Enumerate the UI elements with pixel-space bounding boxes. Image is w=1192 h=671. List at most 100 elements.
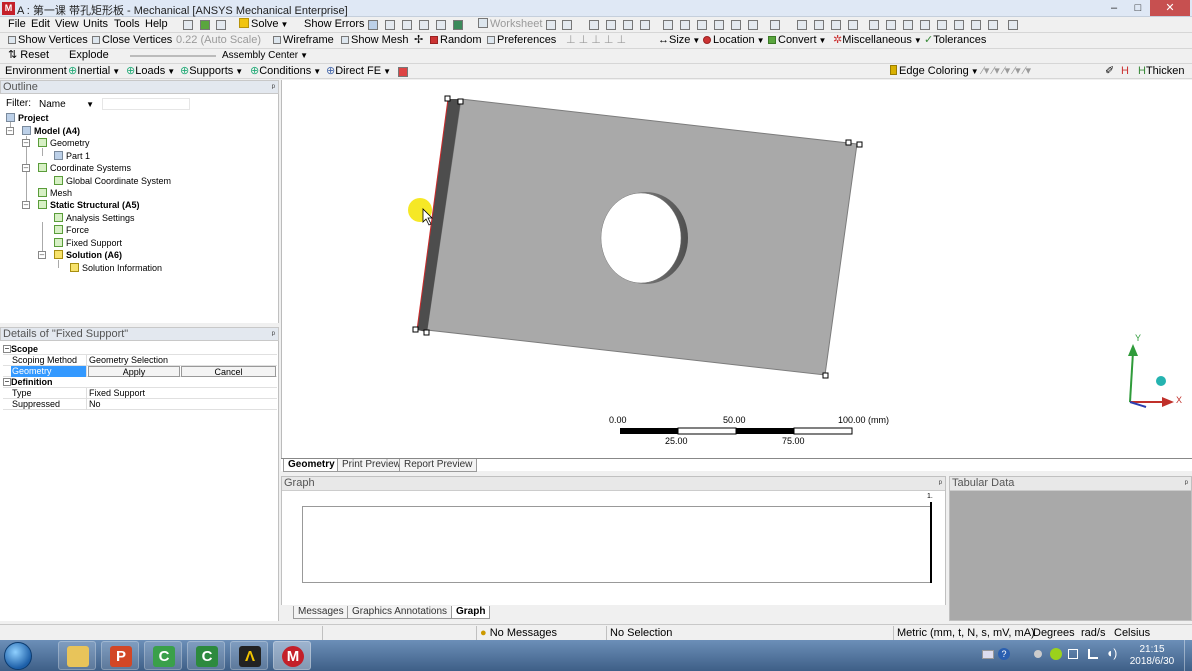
zoom-fit-icon[interactable] bbox=[869, 20, 879, 30]
tree-item-project[interactable]: Project bbox=[6, 112, 49, 124]
collapse-icon[interactable]: – bbox=[38, 251, 46, 259]
details-icon[interactable] bbox=[368, 20, 378, 30]
tree-item-part1[interactable]: Part 1 bbox=[54, 150, 90, 162]
show-errors-button[interactable]: Show Errors bbox=[296, 17, 365, 32]
graph-time-marker[interactable] bbox=[930, 502, 932, 583]
definition-section[interactable]: – Definition bbox=[3, 377, 277, 388]
hole[interactable] bbox=[600, 192, 682, 284]
angle-unit[interactable]: Degrees bbox=[1033, 626, 1075, 640]
extend-icon[interactable] bbox=[680, 20, 690, 30]
vertex-handle[interactable] bbox=[845, 139, 852, 146]
collapse-icon[interactable]: – bbox=[3, 345, 11, 353]
temperature-unit[interactable]: Celsius bbox=[1114, 626, 1150, 640]
scoping-method-row[interactable]: Scoping Method Geometry Selection bbox=[3, 355, 277, 366]
cancel-button[interactable]: Cancel bbox=[181, 366, 276, 377]
convert-button[interactable]: Convert ▼ bbox=[768, 33, 826, 48]
collapse-icon[interactable]: – bbox=[22, 139, 30, 147]
help-tray-icon[interactable]: ? bbox=[998, 648, 1010, 660]
minimize-button[interactable]: – bbox=[1102, 0, 1126, 16]
close-vertices-button[interactable]: Close Vertices bbox=[92, 33, 172, 48]
thicken-annotation-icon[interactable]: ✐ bbox=[1105, 64, 1114, 79]
menu-edit[interactable]: Edit bbox=[31, 17, 50, 32]
isometric-icon[interactable] bbox=[954, 20, 964, 30]
graph-icon[interactable] bbox=[385, 20, 395, 30]
edge-coloring-button[interactable]: Edge Coloring ▼ bbox=[890, 64, 979, 79]
worksheet-button[interactable]: Worksheet bbox=[478, 17, 542, 32]
vertex-handle[interactable] bbox=[856, 141, 863, 148]
tray-app-icon[interactable] bbox=[1050, 648, 1062, 660]
conditions-button[interactable]: ⊕Conditions ▼ bbox=[250, 64, 321, 79]
random-button[interactable]: Random bbox=[430, 33, 482, 48]
supports-button[interactable]: ⊕Supports ▼ bbox=[180, 64, 243, 79]
wireframe-button[interactable]: Wireframe bbox=[273, 33, 334, 48]
thicken-button[interactable]: HThicken bbox=[1138, 64, 1184, 79]
tab-report-preview[interactable]: Report Preview bbox=[399, 459, 478, 472]
select-all-icon[interactable] bbox=[731, 20, 741, 30]
new-section-icon[interactable] bbox=[183, 20, 193, 30]
scale-dropdown[interactable]: 0.22 (Auto Scale)▼ bbox=[176, 33, 281, 48]
tree-item-coordinate-systems[interactable]: Coordinate Systems bbox=[38, 162, 131, 174]
collapse-icon[interactable]: – bbox=[22, 164, 30, 172]
magnifier-icon[interactable] bbox=[903, 20, 913, 30]
scoping-method-value[interactable]: Geometry Selection bbox=[87, 355, 168, 366]
clock[interactable]: 21:15 2018/6/30 bbox=[1126, 644, 1178, 668]
select-edge-icon[interactable] bbox=[623, 20, 633, 30]
messages-status[interactable]: ● No Messages bbox=[480, 626, 557, 640]
preferences-button[interactable]: Preferences bbox=[487, 33, 556, 48]
collapse-icon[interactable]: – bbox=[3, 378, 11, 386]
taskbar-camtasia[interactable]: C bbox=[144, 641, 182, 670]
maximize-button[interactable]: □ bbox=[1126, 0, 1150, 16]
unit-system[interactable]: Metric (mm, t, N, s, mV, mA) bbox=[897, 626, 1035, 640]
start-button[interactable] bbox=[4, 642, 32, 670]
tree-item-solution-information[interactable]: Solution Information bbox=[70, 262, 162, 274]
inertial-button[interactable]: ⊕Inertial ▼ bbox=[68, 64, 120, 79]
network-icon[interactable] bbox=[1068, 649, 1078, 659]
taskbar-ansys-workbench[interactable]: Λ bbox=[230, 641, 268, 670]
signal-icon[interactable] bbox=[1088, 649, 1098, 659]
close-button[interactable]: ✕ bbox=[1150, 0, 1190, 16]
tray-icon[interactable] bbox=[1034, 650, 1042, 658]
vertex-handle[interactable] bbox=[444, 95, 451, 102]
restore-view-icon[interactable] bbox=[988, 20, 998, 30]
menu-help[interactable]: Help bbox=[145, 17, 168, 32]
graphics-viewport[interactable]: 0.00 50.00 100.00 (mm) 25.00 75.00 Y X bbox=[281, 80, 1192, 458]
previous-view-icon[interactable] bbox=[920, 20, 930, 30]
vertex-handle[interactable] bbox=[412, 326, 419, 333]
cursor-icon[interactable] bbox=[546, 20, 556, 30]
pin-icon[interactable]: ᵖ bbox=[1185, 477, 1188, 489]
pan-icon[interactable] bbox=[814, 20, 824, 30]
viewing-icon[interactable] bbox=[770, 20, 780, 30]
tab-print-preview[interactable]: Print Preview bbox=[337, 459, 406, 472]
loads-button[interactable]: ⊕Loads ▼ bbox=[126, 64, 175, 79]
direct-fe-button[interactable]: ⊕Direct FE ▼ bbox=[326, 64, 391, 79]
apply-button[interactable]: Apply bbox=[88, 366, 180, 377]
scope-section[interactable]: – Scope bbox=[3, 344, 277, 355]
tree-item-static-structural[interactable]: Static Structural (A5) bbox=[38, 199, 140, 211]
location-button[interactable]: Location ▼ bbox=[703, 33, 765, 48]
tree-item-analysis-settings[interactable]: Analysis Settings bbox=[54, 212, 135, 224]
zoom-icon[interactable] bbox=[831, 20, 841, 30]
box-select-icon[interactable] bbox=[714, 20, 724, 30]
pin-icon[interactable]: ᵖ bbox=[939, 477, 942, 489]
tree-item-mesh[interactable]: Mesh bbox=[38, 187, 72, 199]
text-icon[interactable] bbox=[436, 20, 446, 30]
tree-item-global-coordinate-system[interactable]: Global Coordinate System bbox=[54, 175, 171, 187]
type-value[interactable]: Fixed Support bbox=[87, 388, 145, 399]
reset-button[interactable]: ⇅ Reset bbox=[8, 49, 49, 62]
image-capture-icon[interactable] bbox=[453, 20, 463, 30]
mesh-tool-icon[interactable]: ✢ bbox=[414, 33, 423, 48]
taskbar-powerpoint[interactable]: P bbox=[101, 641, 139, 670]
vertex-handle[interactable] bbox=[423, 329, 430, 336]
vertex-handle[interactable] bbox=[822, 372, 829, 379]
type-row[interactable]: Type Fixed Support bbox=[3, 388, 277, 399]
geometry-row[interactable]: Geometry Apply Cancel bbox=[3, 366, 277, 377]
show-desktop-button[interactable] bbox=[1184, 640, 1192, 671]
commands-icon[interactable] bbox=[398, 67, 408, 77]
collapse-icon[interactable]: – bbox=[6, 127, 14, 135]
set-view-icon[interactable] bbox=[971, 20, 981, 30]
zoom-all-icon[interactable] bbox=[886, 20, 896, 30]
size-button[interactable]: ↔Size ▼ bbox=[658, 33, 700, 48]
label-icon[interactable] bbox=[562, 20, 572, 30]
select-point-icon[interactable] bbox=[589, 20, 599, 30]
triad-ball[interactable] bbox=[1156, 376, 1166, 386]
